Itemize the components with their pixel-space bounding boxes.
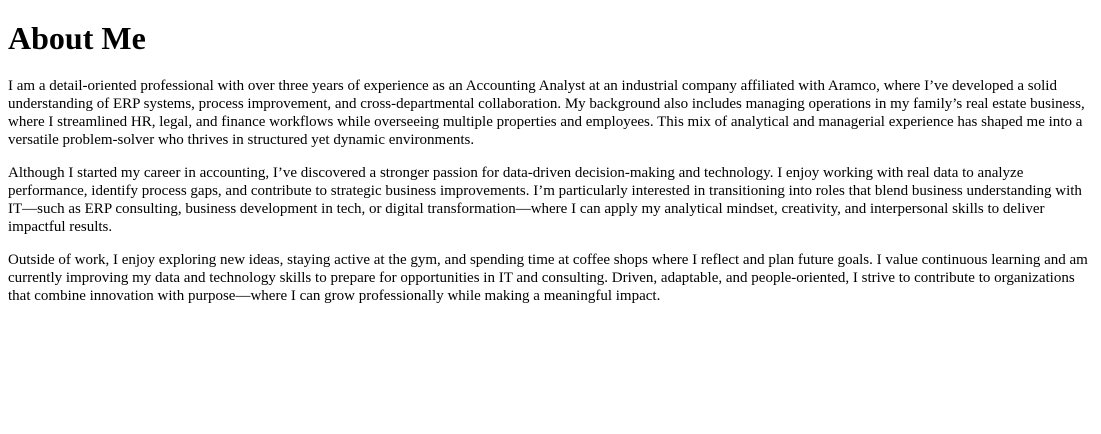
page-title: About Me	[8, 20, 146, 56]
about-paragraph-1: I am a detail-oriented professional with…	[8, 78, 1085, 149]
about-paragraph-3: Outside of work, I enjoy exploring new i…	[8, 252, 1088, 305]
about-page: About Me I am a detail-oriented professi…	[0, 20, 1101, 305]
about-paragraph-2: Although I started my career in accounti…	[8, 165, 1082, 236]
